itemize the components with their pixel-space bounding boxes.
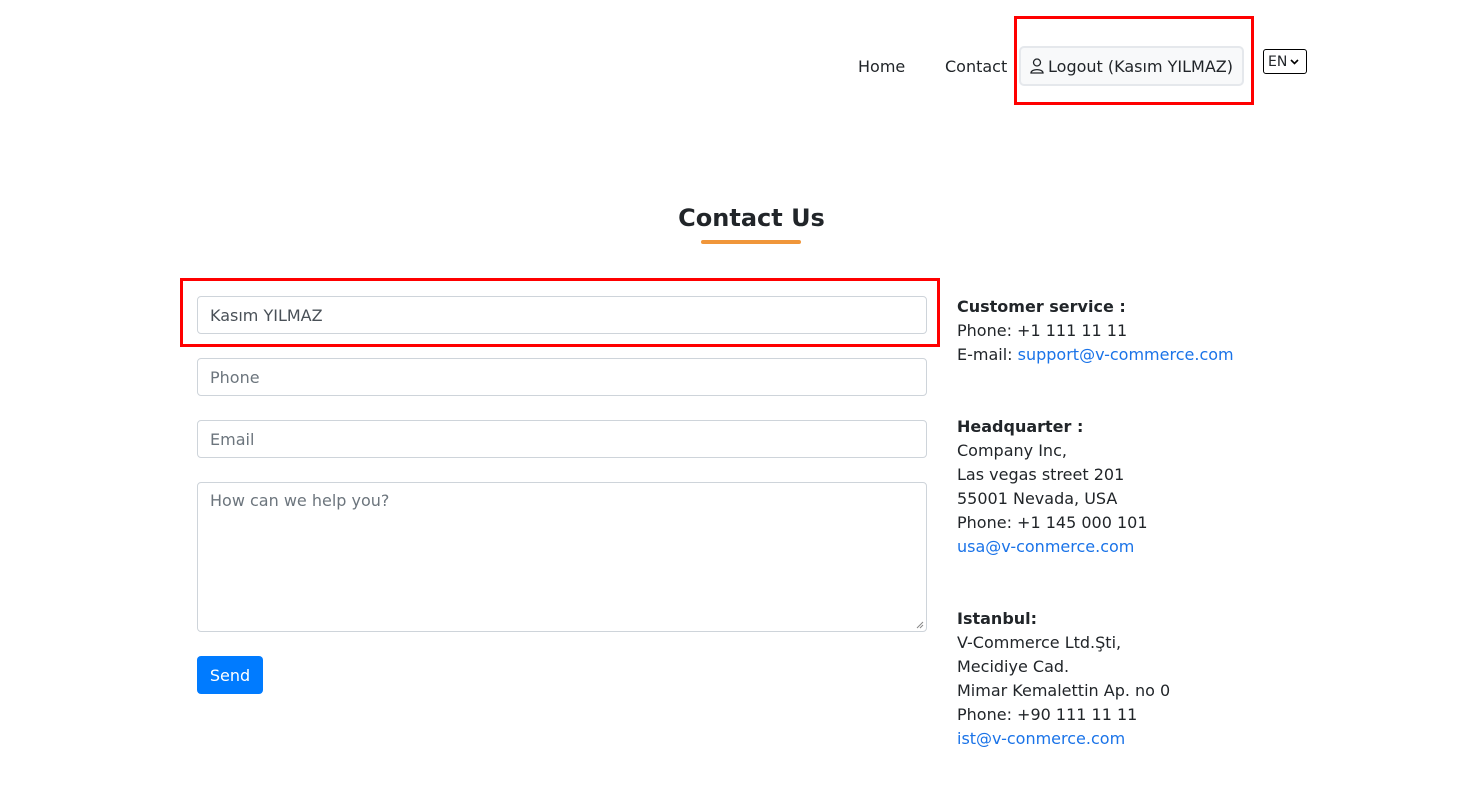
istanbul-block: Istanbul: V-Commerce Ltd.Şti, Mecidiye C… [957, 607, 1170, 751]
title-underline [701, 240, 801, 244]
email-input[interactable]: Email [197, 420, 927, 458]
headquarter-email-link[interactable]: usa@v-conmerce.com [957, 535, 1148, 559]
language-value: EN [1268, 53, 1288, 70]
message-placeholder: How can we help you? [210, 491, 390, 510]
customer-service-email-label: E-mail: [957, 345, 1018, 364]
send-button[interactable]: Send [197, 656, 263, 694]
customer-service-block: Customer service : Phone: +1 111 11 11 E… [957, 295, 1234, 367]
headquarter-phone: Phone: +1 145 000 101 [957, 513, 1148, 532]
customer-service-email-link[interactable]: support@v-commerce.com [1018, 345, 1234, 364]
headquarter-block: Headquarter : Company Inc, Las vegas str… [957, 415, 1148, 559]
nav-home-link[interactable]: Home [858, 57, 905, 77]
istanbul-address: Mimar Kemalettin Ap. no 0 [957, 681, 1171, 700]
customer-service-email-row: E-mail: support@v-commerce.com [957, 343, 1234, 367]
customer-service-phone: Phone: +1 111 11 11 [957, 321, 1128, 340]
language-select[interactable]: EN [1263, 49, 1307, 74]
nav-contact-link[interactable]: Contact [945, 57, 1007, 77]
logout-button[interactable]: Logout (Kasım YILMAZ) [1019, 46, 1244, 86]
istanbul-email-link[interactable]: ist@v-conmerce.com [957, 727, 1170, 751]
istanbul-heading: Istanbul: [957, 609, 1038, 628]
istanbul-street: Mecidiye Cad. [957, 657, 1070, 676]
customer-service-heading: Customer service : [957, 297, 1126, 316]
logout-label: Logout (Kasım YILMAZ) [1048, 56, 1233, 76]
istanbul-company: V-Commerce Ltd.Şti, [957, 633, 1122, 652]
istanbul-phone: Phone: +90 111 11 11 [957, 705, 1138, 724]
page-title: Contact Us [678, 204, 825, 232]
headquarter-street: Las vegas street 201 [957, 465, 1125, 484]
resize-grip-icon[interactable] [916, 621, 924, 629]
headquarter-heading: Headquarter : [957, 417, 1084, 436]
headquarter-company: Company Inc, [957, 441, 1067, 460]
chevron-down-icon [1290, 58, 1299, 65]
user-icon [1030, 58, 1044, 74]
headquarter-city: 55001 Nevada, USA [957, 489, 1118, 508]
name-input[interactable]: Kasım YILMAZ [197, 296, 927, 334]
phone-input[interactable]: Phone [197, 358, 927, 396]
message-textarea[interactable]: How can we help you? [197, 482, 927, 632]
